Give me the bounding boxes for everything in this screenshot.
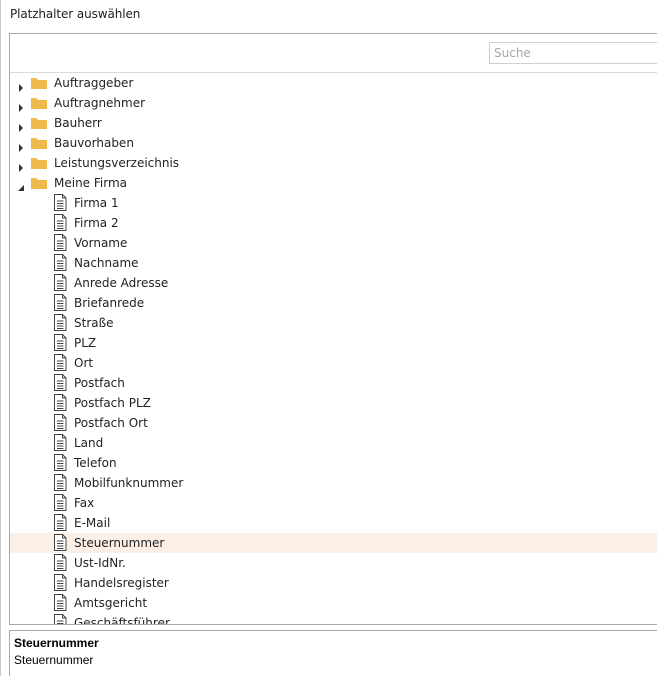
tree-item-label: Anrede Adresse — [74, 276, 169, 290]
document-icon — [52, 213, 68, 232]
tree-item-label: Mobilfunknummer — [74, 476, 184, 490]
document-icon — [52, 473, 68, 492]
tree-folder[interactable]: Bauvorhaben — [10, 133, 657, 153]
tree-folder-label: Auftragnehmer — [54, 96, 146, 110]
tree-item[interactable]: Geschäftsführer — [10, 613, 657, 624]
tree-item[interactable]: Anrede Adresse — [10, 273, 657, 293]
folder-icon — [30, 115, 48, 131]
collapsed-arrow-icon[interactable] — [16, 98, 26, 112]
placeholder-tree[interactable]: Auftraggeber Auftragnehmer Bauherr Bauvo… — [10, 73, 657, 624]
tree-folder-label: Bauherr — [54, 116, 102, 130]
tree-item-label: Postfach PLZ — [74, 396, 151, 410]
collapsed-arrow-icon[interactable] — [16, 78, 26, 92]
tree-item-label: Straße — [74, 316, 114, 330]
tree-item[interactable]: Fax — [10, 493, 657, 513]
tree-item[interactable]: Postfach PLZ — [10, 393, 657, 413]
tree-item[interactable]: Handelsregister — [10, 573, 657, 593]
document-icon — [52, 573, 68, 592]
tree-folder[interactable]: Meine Firma — [10, 173, 657, 193]
document-icon — [52, 453, 68, 472]
folder-icon — [30, 175, 48, 191]
tree-item-label: Telefon — [74, 456, 117, 470]
tree-item[interactable]: Postfach — [10, 373, 657, 393]
document-icon — [52, 553, 68, 572]
folder-icon — [30, 75, 48, 91]
folder-icon — [30, 135, 48, 151]
document-icon — [52, 593, 68, 612]
tree-item-label: Handelsregister — [74, 576, 169, 590]
document-icon — [52, 293, 68, 312]
tree-item[interactable]: Firma 2 — [10, 213, 657, 233]
tree-item[interactable]: Straße — [10, 313, 657, 333]
document-icon — [52, 253, 68, 272]
tree-item-label: Briefanrede — [74, 296, 145, 310]
tree-item-label: Nachname — [74, 256, 139, 270]
tree-item-selected[interactable]: Steuernummer — [10, 533, 657, 553]
collapsed-arrow-icon[interactable] — [16, 138, 26, 152]
tree-item-label: Vorname — [74, 236, 128, 250]
tree-folder[interactable]: Leistungsverzeichnis — [10, 153, 657, 173]
tree-item-label: Firma 1 — [74, 196, 119, 210]
tree-item[interactable]: Mobilfunknummer — [10, 473, 657, 493]
tree-item-label: PLZ — [74, 336, 97, 350]
document-icon — [52, 533, 68, 552]
description-title: Steuernummer — [14, 636, 99, 650]
document-icon — [52, 373, 68, 392]
tree-item-label: Postfach — [74, 376, 125, 390]
tree-item-label: Land — [74, 436, 104, 450]
tree-folder-label: Meine Firma — [54, 176, 128, 190]
document-icon — [52, 513, 68, 532]
window-left-edge — [0, 0, 1, 676]
search-toolbar — [10, 34, 657, 73]
tree-item[interactable]: Amtsgericht — [10, 593, 657, 613]
search-input[interactable] — [489, 42, 657, 64]
collapsed-arrow-icon[interactable] — [16, 158, 26, 172]
tree-item-label: Fax — [74, 496, 95, 510]
description-panel: Steuernummer Steuernummer — [9, 630, 657, 676]
document-icon — [52, 273, 68, 292]
tree-item[interactable]: Ort — [10, 353, 657, 373]
tree-item[interactable]: PLZ — [10, 333, 657, 353]
document-icon — [52, 393, 68, 412]
tree-item-label: Ust-IdNr. — [74, 556, 126, 570]
tree-item[interactable]: Vorname — [10, 233, 657, 253]
tree-item[interactable]: Nachname — [10, 253, 657, 273]
tree-folder-label: Bauvorhaben — [54, 136, 134, 150]
description-text: Steuernummer — [14, 653, 94, 667]
tree-item[interactable]: Firma 1 — [10, 193, 657, 213]
tree-item[interactable]: E-Mail — [10, 513, 657, 533]
tree-item-label: E-Mail — [74, 516, 111, 530]
tree-item[interactable]: Ust-IdNr. — [10, 553, 657, 573]
tree-folder-label: Leistungsverzeichnis — [54, 156, 180, 170]
tree-item[interactable]: Briefanrede — [10, 293, 657, 313]
tree-item[interactable]: Telefon — [10, 453, 657, 473]
document-icon — [52, 193, 68, 212]
tree-folder-label: Auftraggeber — [54, 76, 134, 90]
tree-item-label: Ort — [74, 356, 94, 370]
tree-folder[interactable]: Bauherr — [10, 113, 657, 133]
placeholder-panel: Auftraggeber Auftragnehmer Bauherr Bauvo… — [9, 33, 657, 625]
document-icon — [52, 313, 68, 332]
document-icon — [52, 413, 68, 432]
document-icon — [52, 353, 68, 372]
tree-item-label: Firma 2 — [74, 216, 119, 230]
tree-folder[interactable]: Auftragnehmer — [10, 93, 657, 113]
tree-item-label: Postfach Ort — [74, 416, 148, 430]
tree-item-label: Amtsgericht — [74, 596, 148, 610]
tree-item[interactable]: Land — [10, 433, 657, 453]
document-icon — [52, 333, 68, 352]
document-icon — [52, 433, 68, 452]
tree-item[interactable]: Postfach Ort — [10, 413, 657, 433]
document-icon — [52, 493, 68, 512]
collapsed-arrow-icon[interactable] — [16, 118, 26, 132]
dialog-title: Platzhalter auswählen — [10, 7, 141, 21]
expanded-arrow-icon[interactable] — [16, 178, 26, 191]
tree-item-label: Geschäftsführer — [74, 616, 170, 624]
folder-icon — [30, 155, 48, 171]
document-icon — [52, 233, 68, 252]
folder-icon — [30, 95, 48, 111]
tree-item-label: Steuernummer — [74, 536, 165, 550]
document-icon — [52, 613, 68, 624]
tree-folder[interactable]: Auftraggeber — [10, 73, 657, 93]
